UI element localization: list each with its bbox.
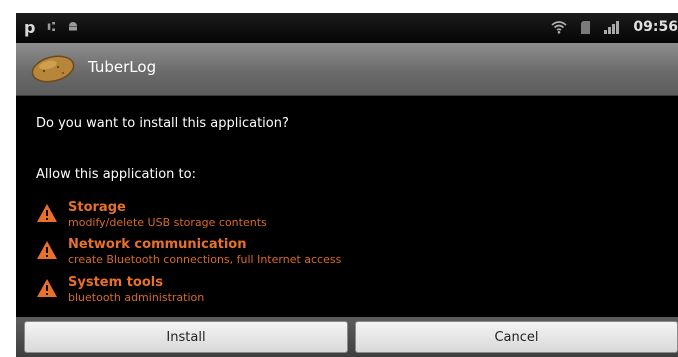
permission-description: bluetooth administration xyxy=(68,291,205,304)
clock: 09:56 xyxy=(633,19,678,35)
usb-icon: ⑆ xyxy=(47,20,56,35)
signal-icon xyxy=(604,20,620,34)
wifi-icon xyxy=(551,21,567,34)
permission-description: modify/delete USB storage contents xyxy=(68,216,267,229)
warning-icon xyxy=(37,279,57,297)
status-bar: p ⑆ 09:56 xyxy=(16,13,678,43)
warning-icon xyxy=(37,241,57,259)
button-bar: Install Cancel xyxy=(16,317,678,357)
install-question: Do you want to install this application? xyxy=(36,116,289,131)
sd-card-icon xyxy=(581,20,591,34)
install-screen: p ⑆ 09:56 TuberLog Do you want to instal… xyxy=(16,13,678,357)
permission-title: Storage xyxy=(68,200,126,215)
warning-icon xyxy=(37,204,57,222)
permissions-heading: Allow this application to: xyxy=(36,167,196,182)
permission-title: System tools xyxy=(68,275,163,290)
title-bar: TuberLog xyxy=(16,43,678,96)
permission-title: Network communication xyxy=(68,237,247,252)
permission-description: create Bluetooth connections, full Inter… xyxy=(68,253,342,266)
p-app-icon: p xyxy=(24,18,36,37)
install-button[interactable]: Install xyxy=(24,321,348,353)
app-title: TuberLog xyxy=(88,58,157,76)
cancel-button[interactable]: Cancel xyxy=(355,321,678,353)
android-icon xyxy=(67,20,79,36)
potato-icon xyxy=(31,55,75,83)
